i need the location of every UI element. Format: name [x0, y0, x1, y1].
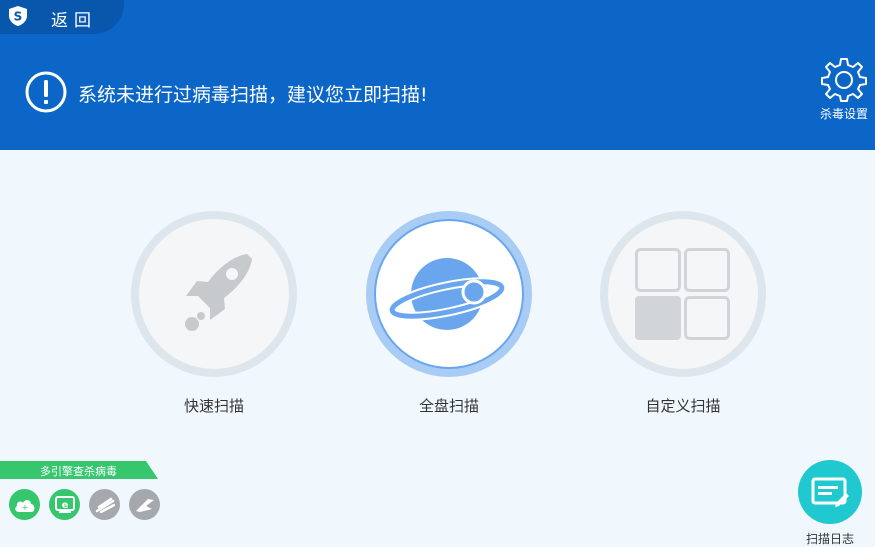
scan-log-button[interactable]: 扫描日志 — [795, 460, 865, 547]
document-pen-icon — [811, 477, 849, 507]
antivirus-settings-button[interactable]: 杀毒设置 — [814, 56, 874, 128]
quick-scan-button[interactable] — [131, 211, 297, 377]
custom-scan-label: 自定义扫描 — [645, 397, 721, 415]
grid-icon — [635, 248, 730, 340]
alert-message: 系统未进行过病毒扫描，建议您立即扫描! — [78, 84, 428, 106]
back-label: 返回 — [51, 11, 97, 31]
engine-icon-4[interactable] — [129, 489, 160, 520]
settings-label: 杀毒设置 — [819, 107, 868, 121]
engine-icon-3[interactable] — [89, 489, 120, 520]
svg-text:+: + — [21, 503, 28, 512]
quick-scan-option[interactable]: 快速扫描 — [129, 211, 299, 416]
shield-logo-icon: S — [9, 6, 27, 26]
gear-icon — [821, 58, 867, 102]
full-scan-option[interactable]: 全盘扫描 — [364, 211, 534, 416]
full-scan-button[interactable] — [366, 211, 532, 377]
back-button[interactable]: S 返回 — [0, 0, 124, 34]
scan-log-label: 扫描日志 — [805, 532, 854, 546]
exclamation-icon — [25, 71, 67, 113]
full-scan-label: 全盘扫描 — [418, 397, 479, 415]
quick-scan-label: 快速扫描 — [183, 397, 244, 415]
custom-scan-button[interactable] — [600, 211, 766, 377]
custom-scan-option[interactable]: 自定义扫描 — [598, 211, 768, 416]
header-bar: S 返回 系统未进行过病毒扫描，建议您立即扫描! 杀毒设置 — [0, 0, 875, 150]
svg-text:S: S — [14, 10, 23, 24]
svg-text:e: e — [61, 500, 68, 511]
cloud-engine-icon[interactable]: + — [9, 489, 40, 520]
internet-engine-icon[interactable]: e — [49, 489, 80, 520]
engines-banner: 多引擎查杀病毒 — [0, 461, 158, 479]
engines-label: 多引擎查杀病毒 — [40, 465, 117, 478]
rocket-icon — [185, 254, 252, 331]
planet-icon — [389, 258, 507, 330]
